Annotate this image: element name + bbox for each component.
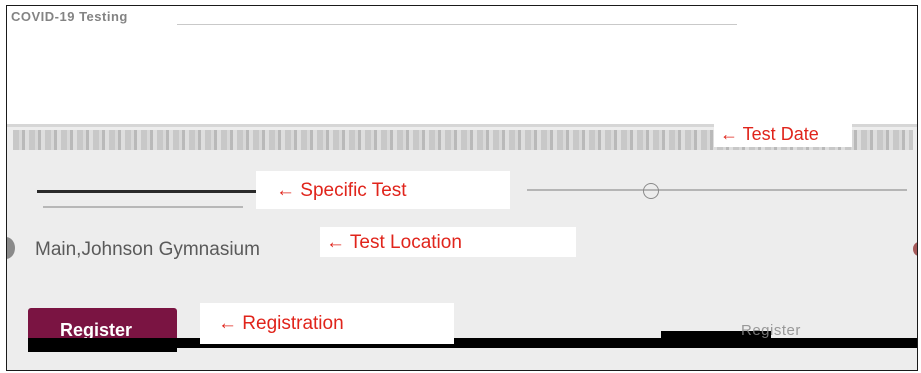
callout-test-location: ← Test Location — [320, 227, 576, 257]
registration-bar — [29, 331, 917, 348]
page-title: COVID-19 Testing — [11, 9, 128, 24]
header-rule — [177, 24, 737, 25]
location-indicator — [913, 242, 917, 256]
right-divider — [527, 189, 907, 191]
specific-test-subline — [43, 206, 243, 208]
test-option-radio[interactable] — [643, 183, 659, 199]
callout-specific-test: ← Specific Test — [256, 171, 510, 209]
secondary-register-link[interactable]: Register — [741, 322, 801, 339]
specific-test-row[interactable] — [37, 190, 269, 193]
callout-registration: ← Registration — [200, 303, 454, 344]
callout-test-date: ← Test Date — [714, 121, 852, 147]
test-location-value: Main,Johnson Gymnasium — [35, 239, 260, 260]
header-band: COVID-19 Testing — [7, 6, 917, 34]
